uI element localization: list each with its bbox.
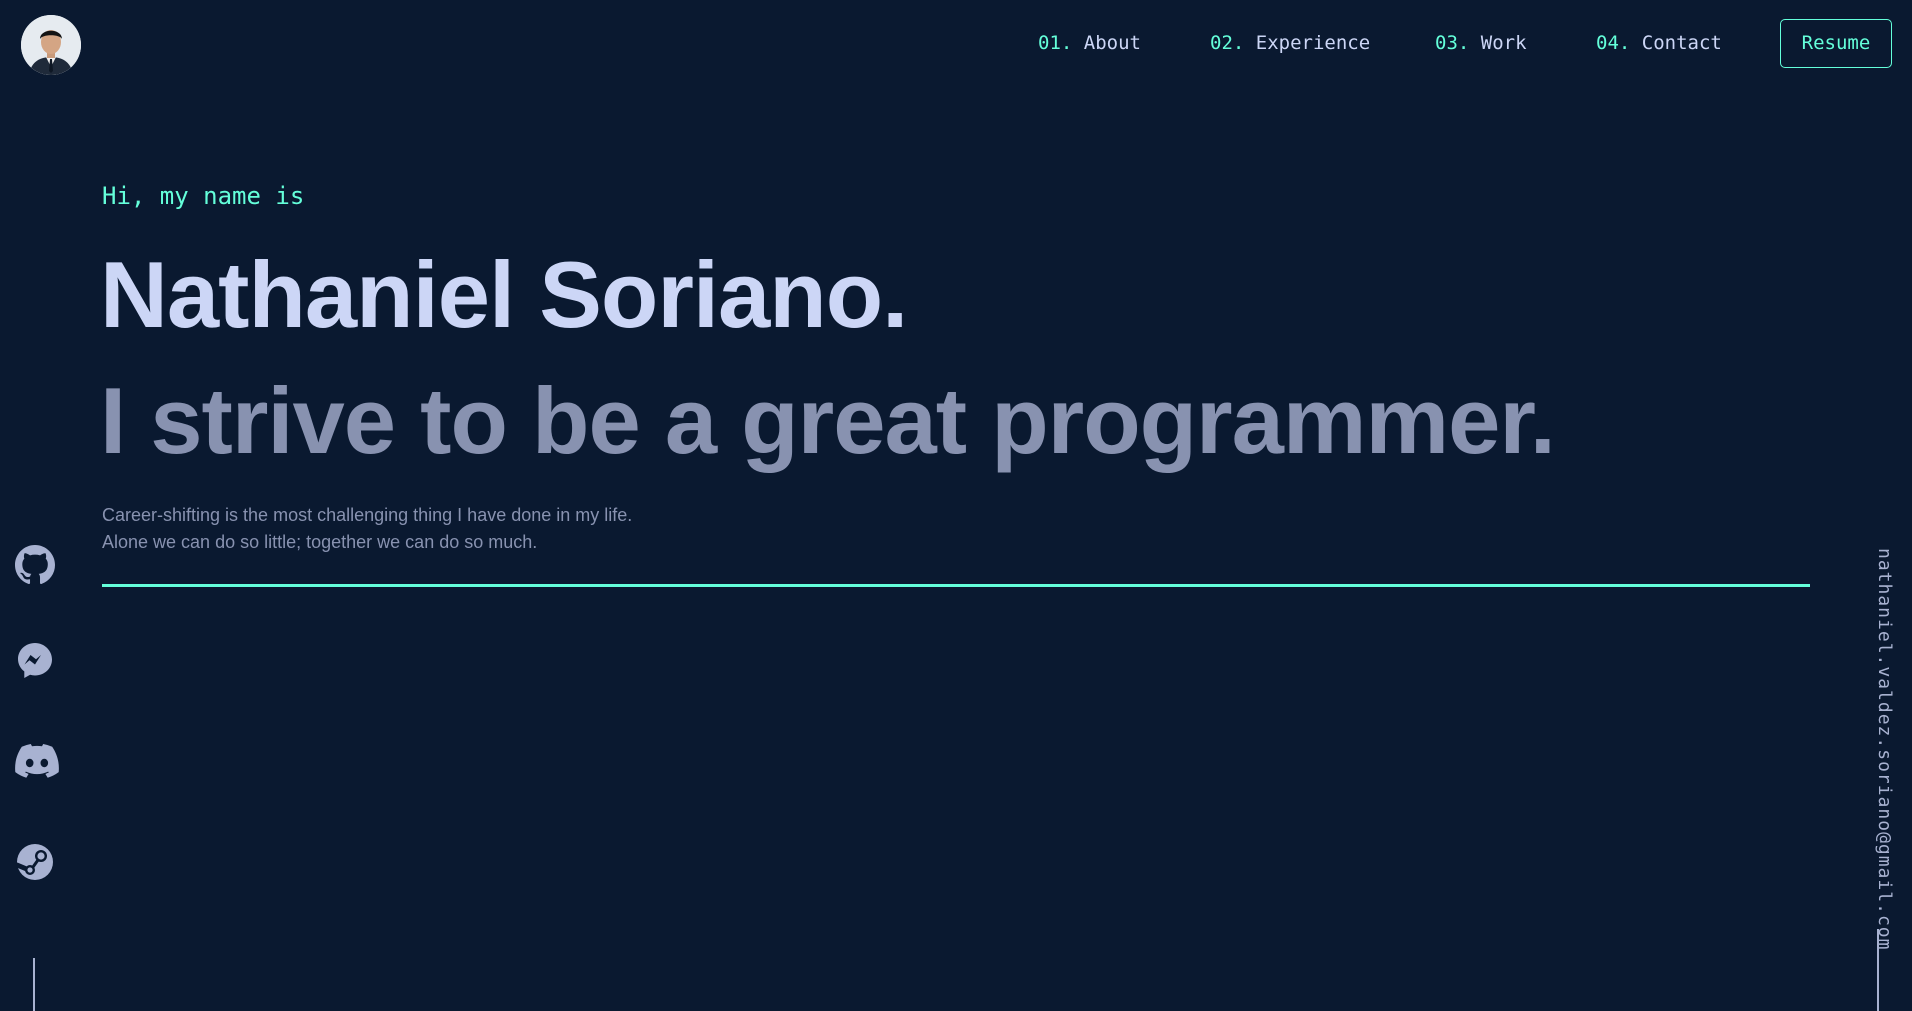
messenger-icon — [18, 643, 52, 678]
description-line: Career-shifting is the most challenging … — [102, 505, 633, 525]
left-rail-line — [33, 958, 35, 1011]
hero-tagline: I strive to be a great programmer. — [100, 368, 1556, 473]
description-line: Alone we can do so little; together we c… — [102, 532, 538, 552]
steam-link[interactable] — [15, 842, 55, 882]
discord-icon — [15, 744, 59, 778]
hero-description: Career-shifting is the most challenging … — [102, 502, 632, 556]
nav-item-label: Work — [1480, 32, 1527, 54]
nav-item-about[interactable]: 01. About — [1038, 31, 1141, 55]
resume-button[interactable]: Resume — [1780, 19, 1892, 68]
nav-item-experience[interactable]: 02. Experience — [1210, 31, 1370, 55]
nav-item-number: 04. — [1596, 32, 1631, 54]
hero-intro: Hi, my name is — [102, 182, 305, 210]
nav-item-work[interactable]: 03. Work — [1435, 31, 1527, 55]
main-nav: 01. About 02. Experience 03. Work 04. Co… — [0, 31, 1912, 55]
right-rail-line — [1877, 929, 1879, 1011]
nav-item-label: Experience — [1255, 32, 1371, 54]
nav-item-label: Contact — [1641, 32, 1722, 54]
nav-item-number: 02. — [1210, 32, 1245, 54]
hero-name: Nathaniel Soriano. — [100, 242, 908, 347]
messenger-link[interactable] — [15, 640, 55, 680]
nav-item-number: 03. — [1435, 32, 1470, 54]
nav-item-number: 01. — [1038, 32, 1073, 54]
email-link[interactable]: nathaniel.valdez.soriano@gmail.com — [1874, 548, 1895, 950]
hero-divider — [102, 584, 1810, 587]
github-icon — [15, 545, 55, 585]
nav-item-label: About — [1083, 32, 1141, 54]
nav-item-contact[interactable]: 04. Contact — [1596, 31, 1722, 55]
steam-icon — [15, 844, 53, 880]
github-link[interactable] — [15, 545, 55, 585]
discord-link[interactable] — [15, 741, 59, 781]
